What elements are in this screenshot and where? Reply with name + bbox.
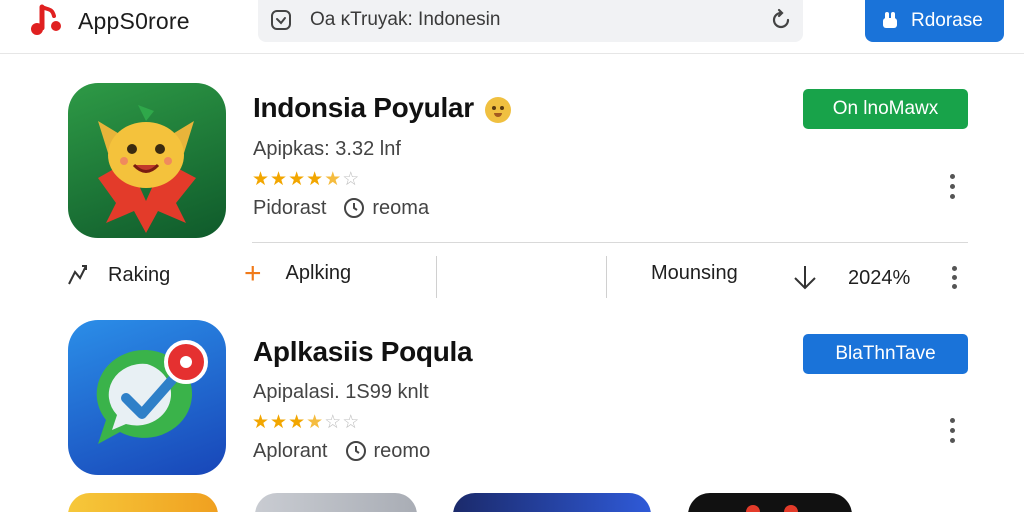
more-options-icon[interactable] <box>948 418 956 443</box>
stat-trending[interactable]: Mounsing <box>651 262 738 285</box>
smiley-emoji-icon <box>485 96 512 123</box>
app-icon-aplikasi-popular[interactable] <box>68 320 226 475</box>
star-icon: ★ <box>288 412 307 433</box>
brand-name: AppS0rore <box>78 7 190 34</box>
download-arrow-icon <box>794 266 816 290</box>
top-action-label: Rdorase <box>911 10 983 31</box>
star-icon: ★ <box>252 412 271 433</box>
stat-percent[interactable]: 2024% <box>789 262 910 294</box>
stat-trending-label: Mounsing <box>651 262 738 284</box>
download-icon <box>883 12 897 28</box>
stat-apps[interactable]: + Aplking <box>244 256 352 290</box>
stat-apps-label: Aplking <box>285 262 352 284</box>
meta-label: Aplorant <box>253 439 328 462</box>
meta-value: reomo <box>373 439 431 462</box>
meta-label: Pidorast <box>253 196 327 219</box>
clock-icon <box>344 198 365 218</box>
rating-stars: ★ ★ ★ ★ ☆ ☆ <box>252 411 360 434</box>
divider <box>606 256 607 298</box>
rating-stars: ★ ★ ★ ★ ★ ☆ <box>252 168 360 191</box>
top-action-button[interactable]: Rdorase <box>865 0 1004 42</box>
music-note-logo-icon <box>31 4 61 35</box>
refresh-icon[interactable] <box>769 8 793 32</box>
app-subtitle: Apipalasi. 1S99 knlt <box>253 381 429 403</box>
star-icon: ★ <box>288 169 307 190</box>
stat-ranking[interactable]: Raking <box>66 262 170 288</box>
app-meta: Pidorast reoma <box>253 196 429 220</box>
trending-icon <box>68 265 87 285</box>
app-action-button[interactable]: On lnoMawx <box>803 89 968 129</box>
search-icon <box>271 10 291 30</box>
app-icon-peek[interactable] <box>453 493 651 512</box>
clock-icon <box>345 441 366 461</box>
app-icon-indonesia-popular[interactable] <box>68 83 226 238</box>
search-input[interactable]: Oa ĸTruyak: Indonesin <box>310 9 500 31</box>
smiling-leaf-creature-icon <box>98 105 196 233</box>
app-title[interactable]: Indonsia Poyular <box>253 92 512 124</box>
app-action-button[interactable]: BlaThnTave <box>803 334 968 374</box>
meta-value: reoma <box>372 196 430 219</box>
star-outline-icon: ☆ <box>342 412 361 433</box>
top-bar: AppS0rore Oa ĸTruyak: Indonesin Rdorase <box>0 0 1024 54</box>
more-options-icon[interactable] <box>950 266 958 289</box>
star-icon: ★ <box>270 412 289 433</box>
divider <box>252 242 968 243</box>
half-star-icon: ★ <box>306 412 325 433</box>
app-icon-peek[interactable] <box>688 493 852 512</box>
star-icon: ★ <box>306 169 325 190</box>
star-icon: ★ <box>270 169 289 190</box>
star-outline-icon: ☆ <box>342 169 361 190</box>
star-icon: ★ <box>252 169 271 190</box>
app-icon-peek[interactable] <box>255 493 417 512</box>
divider <box>436 256 437 298</box>
half-star-icon: ★ <box>324 169 343 190</box>
app-meta: Aplorant reomo <box>253 439 430 463</box>
stat-ranking-label: Raking <box>108 263 171 286</box>
app-title[interactable]: Aplkasiis Poqula <box>253 336 473 368</box>
plus-icon: + <box>244 256 262 290</box>
app-title-text: Indonsia Poyular <box>253 92 474 123</box>
dot-icon <box>784 505 798 512</box>
app-icon-peek[interactable] <box>68 493 218 512</box>
brand[interactable]: AppS0rore <box>28 4 190 38</box>
stat-percent-label: 2024% <box>848 266 911 289</box>
app-subtitle: Apipkas: 3.32 lnf <box>253 138 401 160</box>
dot-icon <box>746 505 760 512</box>
search-bar[interactable]: Oa ĸTruyak: Indonesin <box>258 0 803 42</box>
star-outline-icon: ☆ <box>324 412 343 433</box>
more-options-icon[interactable] <box>948 174 956 199</box>
chat-checkmark-icon <box>96 340 208 444</box>
